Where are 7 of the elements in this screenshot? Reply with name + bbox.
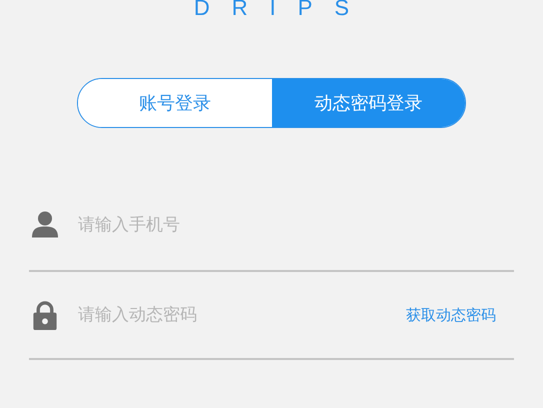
lock-icon <box>32 300 58 330</box>
login-tab[interactable]: 动态密码登录 <box>272 79 465 127</box>
input-field[interactable]: 请输入手机号 <box>78 210 514 238</box>
input-field[interactable]: 请输入动态密码 <box>78 301 386 329</box>
get-code-link[interactable]: 获取动态密码 <box>406 306 496 324</box>
user-icon <box>32 210 58 239</box>
logo-text: DRIPS <box>194 0 372 20</box>
